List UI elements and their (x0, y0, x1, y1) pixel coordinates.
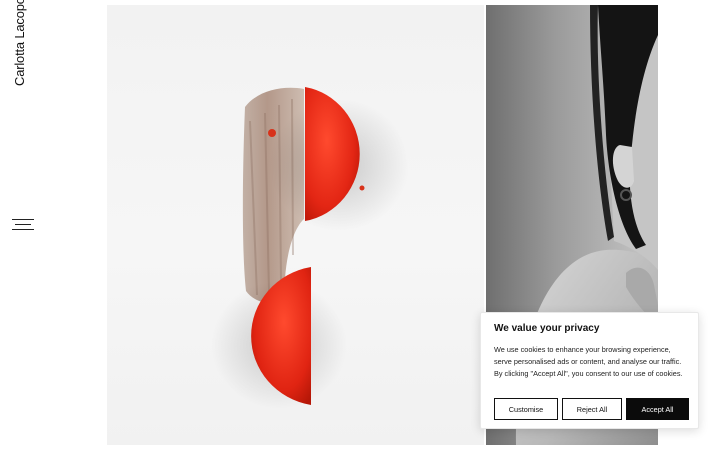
menu-line (15, 224, 31, 225)
cookie-consent-banner: We value your privacy We use cookies to … (480, 312, 699, 429)
site-logo[interactable]: Carlotta Lacopo (10, 0, 32, 86)
cookie-description: We use cookies to enhance your browsing … (494, 345, 683, 378)
red-crumb (359, 185, 365, 191)
dessert-illustration (211, 87, 409, 409)
customise-button[interactable]: Customise (494, 398, 558, 420)
hamburger-menu-icon[interactable] (12, 219, 34, 233)
menu-line (12, 229, 34, 230)
menu-line (12, 219, 34, 220)
brand-name: Carlotta Lacopo (12, 0, 27, 86)
cookie-actions: Customise Reject All Accept All (494, 398, 689, 420)
reject-all-button[interactable]: Reject All (562, 398, 622, 420)
dessert-photo[interactable] (107, 5, 484, 445)
accept-all-button[interactable]: Accept All (626, 398, 689, 420)
cookie-title: We value your privacy (494, 323, 600, 334)
red-crumb (268, 129, 276, 137)
